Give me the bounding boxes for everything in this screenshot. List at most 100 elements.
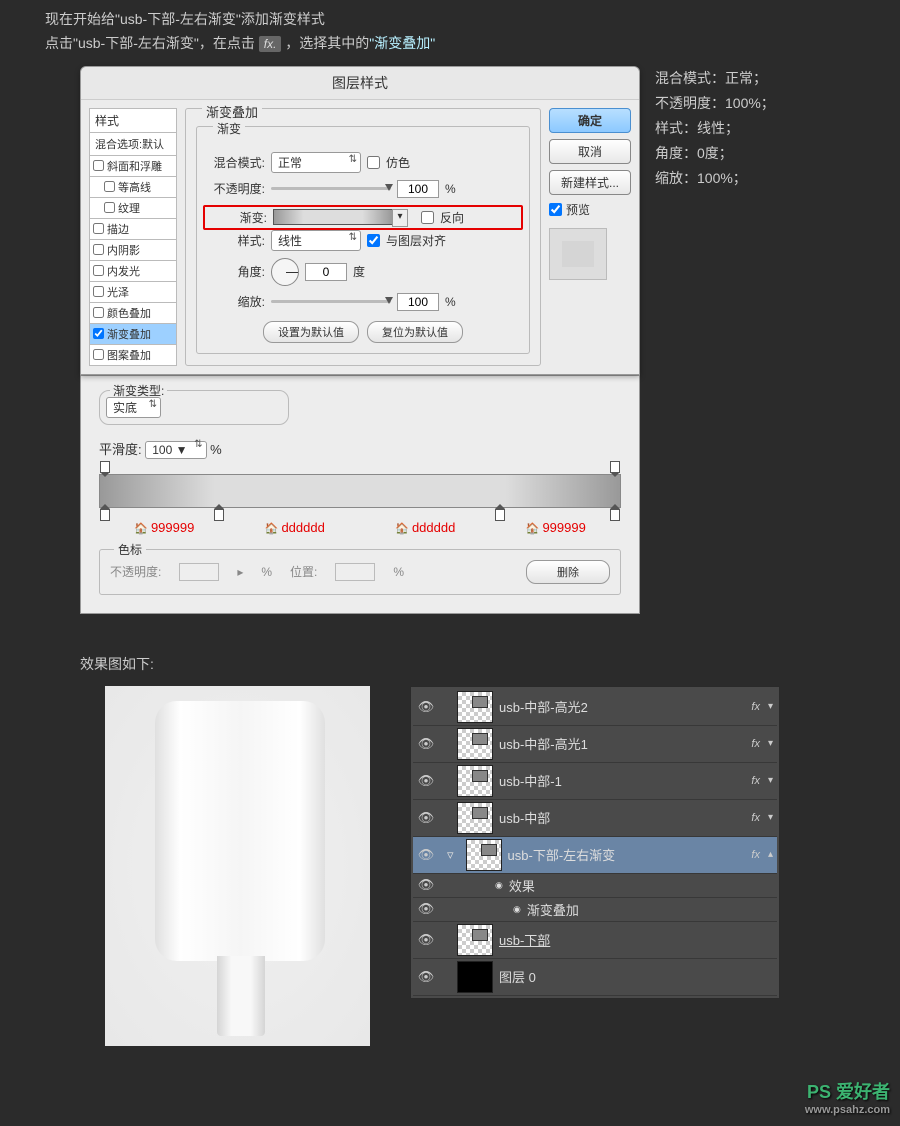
opacity-input[interactable] — [397, 180, 439, 198]
style-item-label: 内阴影 — [107, 242, 140, 258]
chevron-icon[interactable]: ▴ — [768, 849, 773, 860]
angle-dial[interactable] — [271, 258, 299, 286]
blend-options-default[interactable]: 混合选项:默认 — [89, 133, 177, 156]
style-item[interactable]: 内发光 — [89, 261, 177, 282]
fx-badge: fx — [751, 701, 760, 713]
style-item[interactable]: 光泽 — [89, 282, 177, 303]
visibility-icon[interactable]: 👁 — [417, 900, 435, 918]
gradient-picker[interactable] — [273, 209, 393, 225]
reset-default-button[interactable]: 复位为默认值 — [367, 321, 463, 343]
cancel-button[interactable]: 取消 — [549, 139, 631, 164]
layer-row[interactable]: 👁usb-中部-1fx▾ — [413, 763, 777, 800]
layer-name: usb-中部-1 — [499, 771, 745, 790]
style-item[interactable]: 渐变叠加 — [89, 324, 177, 345]
style-item[interactable]: 颜色叠加 — [89, 303, 177, 324]
style-checkbox[interactable] — [104, 202, 115, 213]
stop-position-input — [335, 563, 375, 581]
styles-header[interactable]: 样式 — [89, 108, 177, 133]
layer-thumbnail — [457, 765, 493, 797]
style-item-label: 光泽 — [107, 284, 129, 300]
watermark: PS 爱好者 www.psahz.com — [805, 1078, 890, 1116]
scale-label: 缩放: — [207, 293, 265, 310]
chevron-icon[interactable]: ▾ — [768, 738, 773, 749]
scale-slider[interactable] — [271, 300, 391, 303]
visibility-icon[interactable]: 👁 — [417, 809, 435, 827]
inner-legend: 渐变 — [213, 120, 245, 137]
color-stop[interactable] — [214, 509, 224, 521]
layer-name: usb-中部 — [499, 808, 745, 827]
layer-row[interactable]: 👁▿usb-下部-左右渐变fx▴ — [413, 837, 777, 874]
chevron-icon[interactable]: ▾ — [768, 812, 773, 823]
blend-mode-label: 混合模式: — [207, 154, 265, 171]
opacity-label: 不透明度: — [207, 180, 265, 197]
dialog-title: 图层样式 — [81, 67, 639, 100]
layer-style-dialog: 图层样式 样式 混合选项:默认 斜面和浮雕等高线纹理描边内阴影内发光光泽颜色叠加… — [80, 66, 640, 375]
style-checkbox[interactable] — [93, 244, 104, 255]
style-checkbox[interactable] — [93, 265, 104, 276]
style-checkbox[interactable] — [93, 349, 104, 360]
smoothness-select[interactable]: 100 ▼ — [145, 441, 206, 459]
visibility-icon[interactable]: 👁 — [417, 735, 435, 753]
style-item[interactable]: 等高线 — [89, 177, 177, 198]
dither-label: 仿色 — [386, 154, 410, 171]
layer-row[interactable]: 👁◉渐变叠加 — [413, 898, 777, 922]
scale-input[interactable] — [397, 293, 439, 311]
style-item[interactable]: 斜面和浮雕 — [89, 156, 177, 177]
style-item-label: 纹理 — [118, 200, 140, 216]
style-checkbox[interactable] — [93, 307, 104, 318]
style-item[interactable]: 纹理 — [89, 198, 177, 219]
visibility-icon[interactable]: 👁 — [417, 876, 435, 894]
layer-name: usb-中部-高光1 — [499, 734, 745, 753]
visibility-icon[interactable]: 👁 — [417, 846, 435, 864]
visibility-icon[interactable]: 👁 — [417, 968, 435, 986]
color-stop[interactable] — [495, 509, 505, 521]
opacity-stop[interactable] — [100, 461, 110, 473]
layer-row[interactable]: 👁usb-中部fx▾ — [413, 800, 777, 837]
center-title: 渐变叠加 — [202, 102, 262, 121]
align-checkbox[interactable] — [367, 234, 380, 247]
visibility-icon[interactable]: 👁 — [417, 698, 435, 716]
chevron-icon[interactable]: ▾ — [768, 775, 773, 786]
color-stop[interactable] — [100, 509, 110, 521]
opacity-stop[interactable] — [610, 461, 620, 473]
set-default-button[interactable]: 设置为默认值 — [263, 321, 359, 343]
blend-mode-select[interactable]: 正常 — [271, 152, 361, 173]
visibility-icon[interactable]: 👁 — [417, 931, 435, 949]
style-checkbox[interactable] — [93, 286, 104, 297]
layer-row[interactable]: 👁◉效果 — [413, 874, 777, 898]
style-item-label: 颜色叠加 — [107, 305, 151, 321]
style-item[interactable]: 图案叠加 — [89, 345, 177, 366]
color-stop-legend: 色标 — [114, 541, 146, 558]
color-stop[interactable] — [610, 509, 620, 521]
style-checkbox[interactable] — [93, 223, 104, 234]
layer-row[interactable]: 👁图层 0 — [413, 959, 777, 996]
layer-thumbnail — [466, 839, 502, 871]
chevron-icon[interactable]: ▾ — [768, 701, 773, 712]
layers-panel: 👁usb-中部-高光2fx▾👁usb-中部-高光1fx▾👁usb-中部-1fx▾… — [410, 686, 780, 999]
preview-checkbox[interactable] — [549, 203, 562, 216]
layer-row[interactable]: 👁usb-中部-高光2fx▾ — [413, 689, 777, 726]
angle-input[interactable] — [305, 263, 347, 281]
layer-name: usb-下部 — [499, 930, 773, 949]
fx-badge: fx — [751, 849, 760, 861]
delete-stop-button[interactable]: 删除 — [526, 560, 610, 584]
style-checkbox[interactable] — [93, 160, 104, 171]
layer-row[interactable]: 👁 usb-下部 — [413, 922, 777, 959]
new-style-button[interactable]: 新建样式... — [549, 170, 631, 195]
gradient-type-select[interactable]: 实底 — [106, 397, 161, 418]
style-select[interactable]: 线性 — [271, 230, 361, 251]
style-checkbox[interactable] — [93, 328, 104, 339]
ok-button[interactable]: 确定 — [549, 108, 631, 133]
style-checkbox[interactable] — [104, 181, 115, 192]
visibility-icon[interactable]: 👁 — [417, 772, 435, 790]
style-item[interactable]: 内阴影 — [89, 240, 177, 261]
gradient-ramp[interactable] — [99, 474, 621, 508]
style-item[interactable]: 描边 — [89, 219, 177, 240]
align-label: 与图层对齐 — [386, 232, 446, 249]
reverse-checkbox[interactable] — [421, 211, 434, 224]
opacity-slider[interactable] — [271, 187, 391, 190]
gradient-overlay-panel: 渐变叠加 渐变 混合模式: 正常 仿色 不透明度: % — [185, 108, 541, 366]
dither-checkbox[interactable] — [367, 156, 380, 169]
layer-row[interactable]: 👁usb-中部-高光1fx▾ — [413, 726, 777, 763]
style-item-label: 等高线 — [118, 179, 151, 195]
